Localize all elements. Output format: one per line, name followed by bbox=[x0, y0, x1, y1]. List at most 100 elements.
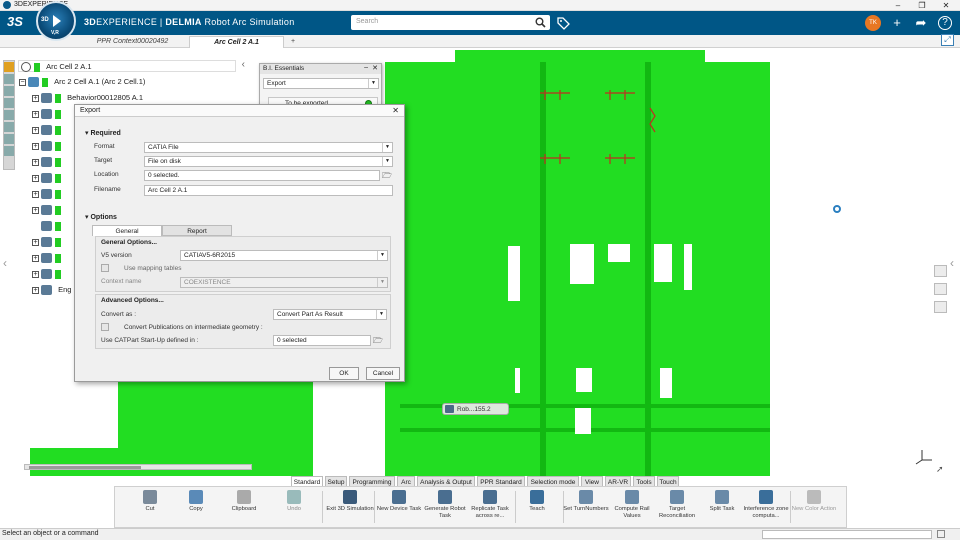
tool-icon[interactable] bbox=[4, 146, 14, 156]
close-dialog-button[interactable]: ✕ bbox=[392, 106, 399, 115]
convert-publications-checkbox[interactable] bbox=[101, 323, 109, 331]
search-input[interactable]: Search bbox=[356, 18, 378, 25]
exit-3d-simulation-button[interactable]: Exit 3D Simulation bbox=[326, 490, 374, 528]
tool-icon[interactable] bbox=[4, 98, 14, 108]
expand-box-icon[interactable]: + bbox=[32, 110, 39, 118]
tree-row[interactable]: + bbox=[32, 140, 61, 152]
tool-icon[interactable] bbox=[4, 62, 14, 72]
right-panel-arrow-icon[interactable]: ‹ bbox=[950, 256, 954, 270]
tool-icon[interactable] bbox=[4, 86, 14, 96]
chevron-down-icon[interactable]: ▼ bbox=[382, 143, 392, 152]
folder-icon[interactable]: 🗁 bbox=[382, 170, 394, 180]
close-window-button[interactable]: ✕ bbox=[934, 0, 958, 11]
tree-row[interactable]: + bbox=[32, 268, 61, 280]
add-tab-button[interactable]: + bbox=[286, 36, 300, 48]
tool-icon[interactable] bbox=[4, 122, 14, 132]
teach-button[interactable]: Teach bbox=[513, 490, 561, 528]
tree-row[interactable] bbox=[32, 220, 61, 232]
expand-box-icon[interactable]: + bbox=[32, 142, 39, 150]
replicate-task-button[interactable]: Replicate Task across re... bbox=[466, 490, 514, 528]
target-point-icon[interactable] bbox=[833, 205, 841, 213]
expand-box-icon[interactable]: + bbox=[32, 238, 39, 246]
copy-button[interactable]: Copy bbox=[172, 490, 220, 528]
filename-input[interactable]: Arc Cell 2 A.1 bbox=[144, 185, 393, 196]
command-input[interactable] bbox=[762, 530, 932, 539]
view-tool-icon[interactable] bbox=[934, 265, 947, 277]
expand-box-icon[interactable]: + bbox=[32, 94, 39, 102]
cancel-button[interactable]: Cancel bbox=[366, 367, 400, 380]
expand-box-icon[interactable]: + bbox=[32, 126, 39, 134]
fullscreen-icon[interactable]: ⤢ bbox=[941, 34, 954, 46]
expand-box-icon[interactable]: + bbox=[32, 174, 39, 182]
user-avatar[interactable]: TK bbox=[865, 15, 881, 31]
expand-box-icon[interactable]: + bbox=[32, 206, 39, 214]
tree-horizontal-scrollbar[interactable] bbox=[24, 464, 252, 470]
clipboard-button[interactable]: Clipboard bbox=[218, 490, 270, 528]
scrollbar-thumb[interactable] bbox=[29, 466, 141, 469]
location-field[interactable]: 0 selected. bbox=[144, 170, 380, 181]
format-select[interactable]: CATIA File ▼ bbox=[144, 142, 393, 153]
share-icon[interactable]: ➦ bbox=[913, 15, 929, 31]
ok-button[interactable]: OK bbox=[329, 367, 359, 380]
expand-box-icon[interactable]: + bbox=[32, 286, 39, 294]
add-icon[interactable]: + bbox=[889, 15, 905, 31]
tag-icon[interactable] bbox=[556, 16, 570, 30]
play-icon[interactable] bbox=[53, 15, 61, 27]
collapse-tree-icon[interactable]: ‹ bbox=[242, 59, 245, 71]
robot-label-tag[interactable]: Rob...155.2 bbox=[442, 403, 509, 415]
search-box[interactable]: Search bbox=[351, 15, 550, 30]
generate-robot-task-button[interactable]: Generate Robot Task bbox=[421, 490, 469, 528]
target-select[interactable]: File on disk ▼ bbox=[144, 156, 393, 167]
left-panel-arrow-icon[interactable]: ‹ bbox=[3, 256, 7, 270]
tool-icon[interactable] bbox=[4, 110, 14, 120]
tree-row[interactable]: + bbox=[32, 108, 61, 120]
tree-row[interactable]: + Eng bbox=[32, 284, 71, 296]
folder-icon[interactable]: 🗁 bbox=[373, 335, 383, 349]
tab-ppr-context[interactable]: PPR Context00020492 bbox=[80, 36, 185, 48]
view-tool-icon[interactable] bbox=[934, 301, 947, 313]
undo-button[interactable]: Undo bbox=[270, 490, 318, 528]
tree-row[interactable]: + Behavior00012805 A.1 bbox=[32, 92, 143, 104]
expand-box-icon[interactable]: + bbox=[32, 158, 39, 166]
tree-root-row[interactable]: Arc Cell 2 A.1 ‹ bbox=[18, 59, 245, 73]
tree-row[interactable]: + bbox=[32, 124, 61, 136]
search-icon[interactable] bbox=[535, 17, 546, 28]
options-section-header[interactable]: ▾ Options bbox=[85, 213, 117, 221]
compute-rail-values-button[interactable]: Compute Rail Values bbox=[608, 490, 656, 528]
minimize-panel-button[interactable]: – bbox=[364, 64, 368, 71]
catpart-startup-field[interactable]: 0 selected bbox=[273, 335, 371, 346]
chevron-down-icon[interactable]: ▼ bbox=[376, 310, 386, 319]
interference-zone-button[interactable]: Interference zone computa... bbox=[742, 490, 790, 528]
status-toggle-icon[interactable] bbox=[937, 530, 945, 538]
new-color-action-button[interactable]: New Color Action bbox=[790, 490, 838, 528]
tree-row[interactable]: − Arc 2 Cell A.1 (Arc 2 Cell.1) bbox=[19, 76, 145, 88]
required-section-header[interactable]: ▾ Required bbox=[85, 129, 121, 137]
tree-row[interactable]: + bbox=[32, 252, 61, 264]
tab-general[interactable]: General bbox=[92, 225, 162, 236]
pointer-icon[interactable]: ➚ bbox=[936, 464, 944, 475]
convert-as-select[interactable]: Convert Part As Result ▼ bbox=[273, 309, 387, 320]
tree-row[interactable]: + bbox=[32, 204, 61, 216]
view-tool-icon[interactable] bbox=[934, 283, 947, 295]
expand-box-icon[interactable]: + bbox=[32, 190, 39, 198]
target-reconciliation-button[interactable]: Target Reconciliation bbox=[653, 490, 701, 528]
collapse-box-icon[interactable]: − bbox=[19, 78, 26, 86]
expand-box-icon[interactable]: + bbox=[32, 270, 39, 278]
new-device-task-button[interactable]: New Device Task bbox=[375, 490, 423, 528]
tool-icon[interactable] bbox=[4, 134, 14, 144]
compass-widget[interactable]: 3D V,R bbox=[36, 1, 76, 41]
v5-version-select[interactable]: CATIAV5-6R2015 ▼ bbox=[180, 250, 388, 261]
context-name-select[interactable]: COEXISTENCE ▼ bbox=[180, 277, 388, 288]
help-icon[interactable]: ? bbox=[938, 16, 952, 30]
set-turnnumbers-button[interactable]: Set TurnNumbers bbox=[562, 490, 610, 528]
tree-row[interactable]: + bbox=[32, 172, 61, 184]
close-panel-button[interactable]: ✕ bbox=[372, 64, 378, 72]
chevron-down-icon[interactable]: ▼ bbox=[377, 278, 387, 287]
chevron-down-icon[interactable]: ▼ bbox=[377, 251, 387, 260]
chevron-down-icon[interactable]: ▼ bbox=[368, 79, 378, 88]
tree-row[interactable]: + bbox=[32, 156, 61, 168]
restore-button[interactable]: ❐ bbox=[910, 0, 934, 11]
tab-arc-cell[interactable]: Arc Cell 2 A.1 bbox=[189, 36, 284, 48]
use-mapping-checkbox[interactable] bbox=[101, 264, 109, 272]
bi-mode-select[interactable]: Export ▼ bbox=[263, 78, 379, 89]
